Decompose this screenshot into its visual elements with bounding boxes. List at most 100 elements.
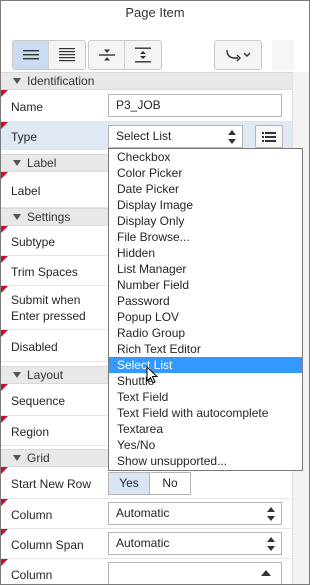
section-title: Grid <box>27 451 50 465</box>
label-line: Enter pressed <box>11 309 86 324</box>
dropdown-option[interactable]: Number Field <box>109 277 302 293</box>
collapse-caret-icon <box>13 214 21 220</box>
no-option[interactable]: No <box>150 473 190 494</box>
view-toggle-group <box>12 40 86 70</box>
property-label: Submit when Enter pressed <box>11 292 86 324</box>
column-2-input[interactable] <box>108 562 282 584</box>
expand-all-button[interactable] <box>125 41 161 69</box>
column-span-select-value: Automatic <box>116 536 170 550</box>
show-all-button[interactable] <box>49 41 85 69</box>
property-label: Label <box>11 184 41 198</box>
dropdown-option[interactable]: Popup LOV <box>109 309 302 325</box>
show-all-icon <box>59 48 75 62</box>
required-marker <box>1 256 8 263</box>
dropdown-option[interactable]: Checkbox <box>109 149 302 165</box>
property-row-type: Type Select List <box>1 122 292 150</box>
dropdown-option[interactable]: List Manager <box>109 261 302 277</box>
dropdown-option[interactable]: Shuttle <box>109 373 302 389</box>
property-label: Region <box>11 425 50 439</box>
section-title: Identification <box>27 74 95 88</box>
dropdown-option[interactable]: Color Picker <box>109 165 302 181</box>
dropdown-option[interactable]: Hidden <box>109 245 302 261</box>
required-marker <box>1 467 8 474</box>
required-marker <box>1 172 8 179</box>
toolbar <box>0 28 310 72</box>
collapse-all-icon <box>98 49 115 61</box>
required-marker <box>1 499 8 506</box>
required-marker <box>1 559 8 566</box>
dropdown-option[interactable]: Text Field with autocomplete <box>109 405 302 421</box>
dropdown-option[interactable]: Radio Group <box>109 325 302 341</box>
yes-option[interactable]: Yes <box>109 473 150 494</box>
collapse-all-button[interactable] <box>89 41 125 69</box>
select-arrows-icon <box>267 507 275 521</box>
property-label: Sequence <box>11 394 66 408</box>
property-label: Type <box>11 130 38 144</box>
property-label: Column <box>11 508 53 522</box>
expand-all-icon <box>135 47 151 63</box>
show-common-button[interactable] <box>13 41 49 69</box>
property-row-start-new-row: Start New Row Yes No <box>1 467 292 499</box>
property-row-column-2: Column <box>1 559 292 584</box>
required-marker <box>1 416 8 423</box>
dropdown-option[interactable]: Select List <box>109 357 302 373</box>
mouse-cursor-icon <box>146 366 159 384</box>
go-to-group-menu[interactable] <box>214 40 262 70</box>
dropdown-option[interactable]: Display Only <box>109 213 302 229</box>
property-label: Name <box>11 100 44 114</box>
property-label: Column Span <box>11 538 84 552</box>
section-title: Layout <box>27 368 64 382</box>
property-label: Disabled <box>11 340 58 354</box>
list-icon <box>262 131 276 142</box>
required-marker <box>1 330 8 337</box>
column-select-value: Automatic <box>116 506 170 520</box>
section-title: Settings <box>27 210 71 224</box>
dropdown-option[interactable]: Date Picker <box>109 181 302 197</box>
collapse-caret-icon <box>13 78 21 84</box>
dropdown-options: Checkbox Color Picker Date Picker Display I… <box>109 149 302 469</box>
column-span-select[interactable]: Automatic <box>108 532 282 555</box>
dropdown-option[interactable]: File Browse... <box>109 229 302 245</box>
dropdown-option[interactable]: Display Image <box>109 197 302 213</box>
type-select-value: Select List <box>116 129 172 143</box>
type-dropdown-list: Checkbox Color Picker Date Picker Display I… <box>108 148 303 471</box>
type-select[interactable]: Select List <box>108 125 243 148</box>
property-label: Subtype <box>11 235 56 249</box>
section-title: Label <box>27 156 57 170</box>
show-common-icon <box>22 50 39 60</box>
property-row-name: Name P3_JOB <box>1 90 292 122</box>
select-arrows-icon <box>267 537 275 551</box>
chevron-up-icon <box>261 570 271 576</box>
dropdown-option[interactable]: Password <box>109 293 302 309</box>
name-input[interactable]: P3_JOB <box>108 94 282 117</box>
dropdown-option[interactable]: Rich Text Editor <box>109 341 302 357</box>
property-label: Column <box>11 568 53 582</box>
collapse-expand-group <box>88 40 162 70</box>
required-marker <box>1 286 8 293</box>
required-marker <box>1 122 8 129</box>
select-arrows-icon <box>228 130 236 144</box>
property-row-column: Column Automatic <box>1 499 292 529</box>
list-button[interactable] <box>255 125 283 148</box>
required-marker <box>1 384 8 391</box>
collapse-caret-icon <box>13 455 21 461</box>
dropdown-option[interactable]: Yes/No <box>109 437 302 453</box>
required-marker <box>1 226 8 233</box>
required-marker <box>1 90 8 97</box>
section-identification[interactable]: Identification <box>1 72 292 90</box>
column-select[interactable]: Automatic <box>108 502 282 525</box>
property-row-column-span: Column Span Automatic <box>1 529 292 559</box>
property-label: Start New Row <box>11 477 92 491</box>
label-line: Submit when <box>11 293 81 307</box>
toolbar-spacer <box>272 40 294 70</box>
collapse-caret-icon <box>13 160 21 166</box>
start-new-row-toggle: Yes No <box>108 472 191 495</box>
dropdown-option[interactable]: Show unsupported... <box>109 453 302 469</box>
required-marker <box>1 529 8 536</box>
go-to-group-icon <box>226 49 251 62</box>
panel-title: Page Item <box>125 5 185 20</box>
collapse-caret-icon <box>13 372 21 378</box>
property-label: Trim Spaces <box>11 265 78 279</box>
dropdown-option[interactable]: Textarea <box>109 421 302 437</box>
dropdown-option[interactable]: Text Field <box>109 389 302 405</box>
